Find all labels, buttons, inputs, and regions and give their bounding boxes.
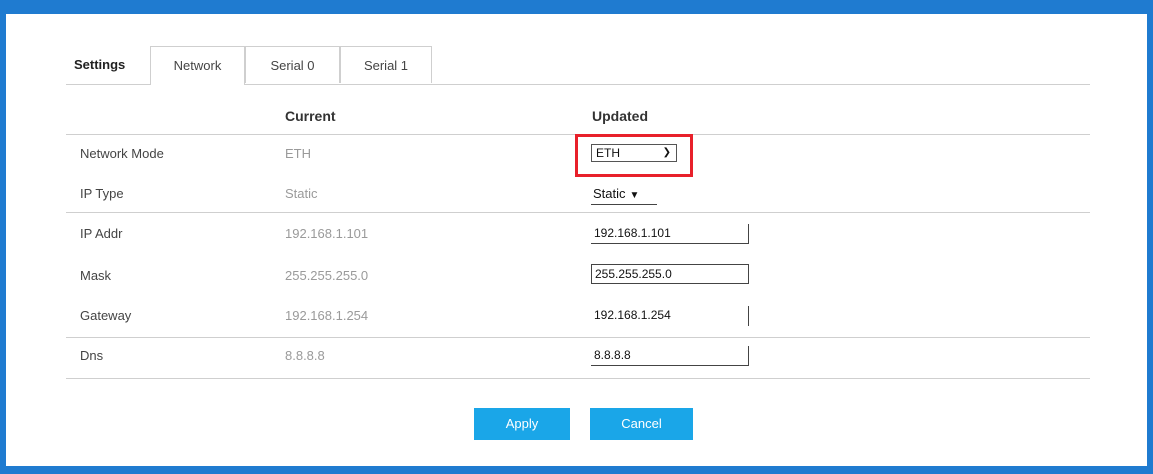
divider xyxy=(66,337,1090,338)
cancel-button[interactable]: Cancel xyxy=(590,408,693,440)
apply-button[interactable]: Apply xyxy=(474,408,570,440)
row-label-gateway: Gateway xyxy=(80,308,132,323)
tab-network[interactable]: Network xyxy=(150,46,245,85)
ip-addr-input[interactable]: 192.168.1.101 xyxy=(591,224,749,244)
current-ip-type: Static xyxy=(285,186,318,201)
tab-settings[interactable]: Settings xyxy=(74,46,144,83)
ip-type-select[interactable]: Static ▼ xyxy=(593,186,639,201)
tab-bar: Settings Network Serial 0 Serial 1 xyxy=(66,46,1090,85)
tab-serial-0[interactable]: Serial 0 xyxy=(245,46,340,83)
chevron-down-icon: ▼ xyxy=(629,190,640,201)
row-label-ip-type: IP Type xyxy=(80,186,124,201)
gateway-input[interactable]: 192.168.1.254 xyxy=(591,306,749,326)
column-header-updated: Updated xyxy=(592,108,648,124)
row-label-mask: Mask xyxy=(80,268,112,283)
row-label-network-mode: Network Mode xyxy=(80,146,164,161)
current-mask: 255.255.255.0 xyxy=(285,268,369,283)
tab-serial-1[interactable]: Serial 1 xyxy=(340,46,432,83)
ip-type-value: Static xyxy=(593,186,626,201)
column-header-current: Current xyxy=(285,108,336,124)
divider xyxy=(66,378,1090,379)
current-dns: 8.8.8.8 xyxy=(285,348,325,363)
ip-type-underline xyxy=(591,204,657,205)
row-label-ip-addr: IP Addr xyxy=(80,226,123,241)
row-label-dns: Dns xyxy=(80,348,104,363)
current-gateway: 192.168.1.254 xyxy=(285,308,369,323)
highlight-box xyxy=(575,134,693,177)
divider xyxy=(66,212,1090,213)
dns-input[interactable]: 8.8.8.8 xyxy=(591,346,749,366)
current-network-mode: ETH xyxy=(285,146,311,161)
mask-input[interactable]: 255.255.255.0 xyxy=(591,264,749,284)
current-ip-addr: 192.168.1.101 xyxy=(285,226,369,241)
